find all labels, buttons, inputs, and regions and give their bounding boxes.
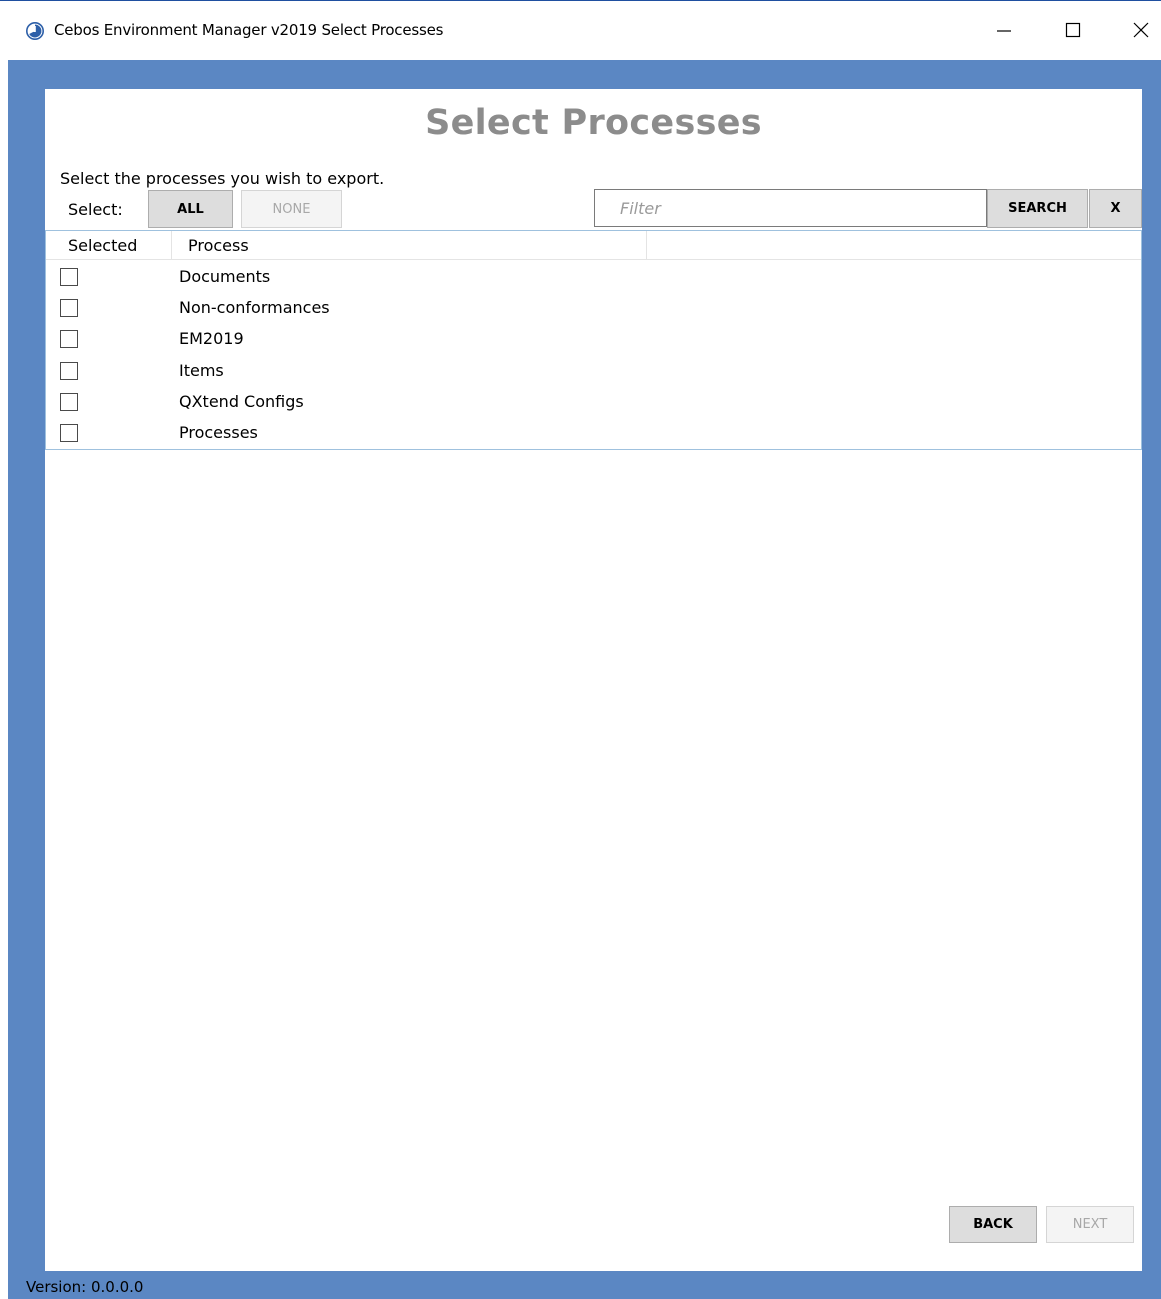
select-all-button[interactable]: ALL bbox=[148, 190, 233, 228]
table-row[interactable]: Processes bbox=[46, 418, 1138, 449]
search-button[interactable]: SEARCH bbox=[987, 189, 1088, 228]
process-name: Items bbox=[179, 361, 224, 380]
content-panel: Select Processes Select the processes yo… bbox=[45, 89, 1142, 1271]
application-window: Cebos Environment Manager v2019 Select P… bbox=[0, 0, 1161, 1299]
process-name: EM2019 bbox=[179, 329, 244, 348]
table-row[interactable]: Items bbox=[46, 356, 1138, 387]
column-header-selected[interactable]: Selected bbox=[46, 231, 172, 260]
minimize-icon bbox=[996, 22, 1012, 42]
close-button[interactable] bbox=[1113, 7, 1161, 57]
next-button[interactable]: NEXT bbox=[1046, 1206, 1134, 1243]
table-row[interactable]: EM2019 bbox=[46, 324, 1138, 355]
row-checkbox[interactable] bbox=[60, 268, 78, 286]
row-checkbox[interactable] bbox=[60, 424, 78, 442]
table-row[interactable]: QXtend Configs bbox=[46, 387, 1138, 418]
clear-filter-button[interactable]: X bbox=[1089, 189, 1142, 228]
select-label: Select: bbox=[68, 200, 123, 219]
maximize-icon bbox=[1065, 22, 1081, 42]
cebos-logo-icon bbox=[26, 22, 44, 40]
close-icon bbox=[1133, 22, 1149, 42]
row-checkbox[interactable] bbox=[60, 362, 78, 380]
row-checkbox[interactable] bbox=[60, 299, 78, 317]
table-row[interactable]: Documents bbox=[46, 262, 1138, 293]
filter-input[interactable] bbox=[594, 189, 987, 227]
column-header-process[interactable]: Process bbox=[172, 231, 647, 260]
process-grid: Selected Process Documents Non-conforman… bbox=[45, 230, 1142, 450]
table-row[interactable]: Non-conformances bbox=[46, 293, 1138, 324]
process-name: Documents bbox=[179, 267, 271, 286]
instruction-text: Select the processes you wish to export. bbox=[60, 169, 385, 188]
process-name: QXtend Configs bbox=[179, 392, 304, 411]
row-checkbox[interactable] bbox=[60, 393, 78, 411]
process-name: Processes bbox=[179, 423, 258, 442]
window-title: Cebos Environment Manager v2019 Select P… bbox=[54, 21, 444, 39]
title-bar[interactable]: Cebos Environment Manager v2019 Select P… bbox=[0, 0, 1161, 60]
grid-header: Selected Process bbox=[46, 231, 1141, 260]
select-none-button[interactable]: NONE bbox=[241, 190, 342, 228]
row-checkbox[interactable] bbox=[60, 330, 78, 348]
process-name: Non-conformances bbox=[179, 298, 330, 317]
back-button[interactable]: BACK bbox=[949, 1206, 1037, 1243]
minimize-button[interactable] bbox=[976, 7, 1032, 57]
maximize-button[interactable] bbox=[1045, 7, 1101, 57]
page-title: Select Processes bbox=[425, 103, 762, 143]
version-label: Version: 0.0.0.0 bbox=[26, 1278, 144, 1296]
